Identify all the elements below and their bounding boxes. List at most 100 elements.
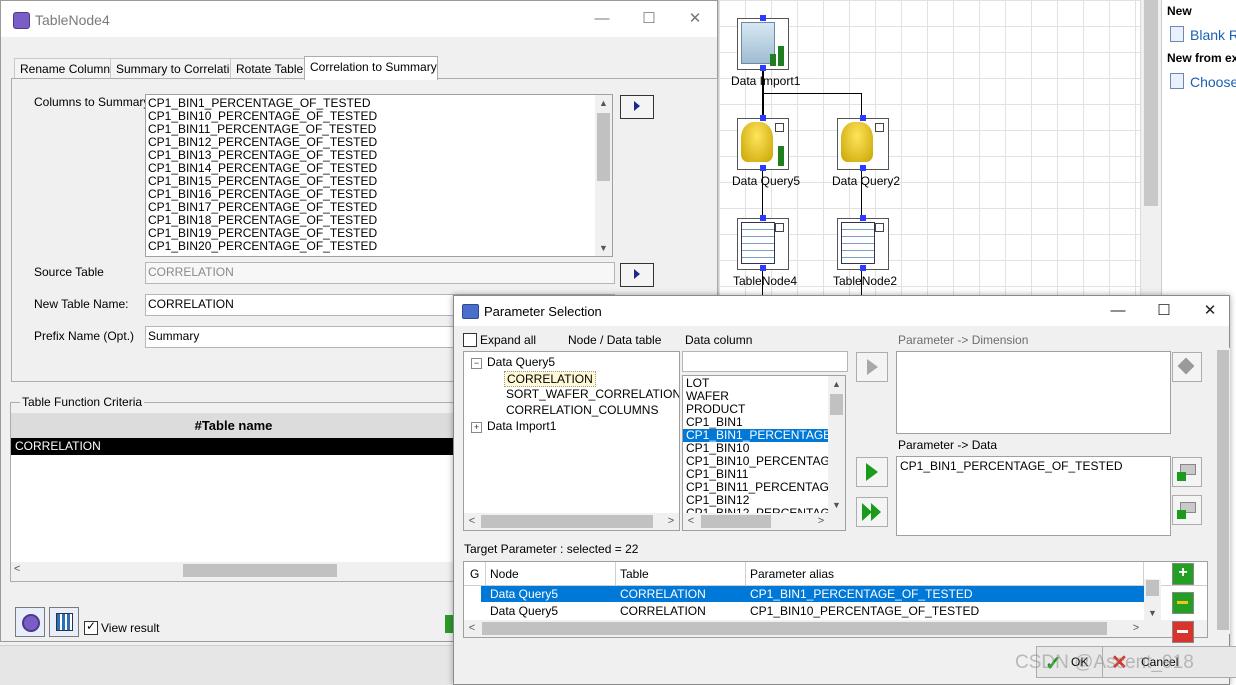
bar-chart-icon — [56, 613, 73, 631]
node-label-tablenode2: TableNode2 — [833, 274, 898, 288]
settings-gear-button[interactable] — [15, 607, 45, 637]
source-table-field[interactable]: CORRELATION — [145, 262, 615, 284]
tablenode4-node[interactable] — [737, 218, 789, 270]
remove-dimension-button[interactable] — [1172, 352, 1202, 382]
add-to-dimension-button[interactable] — [856, 352, 888, 382]
expand-toggle[interactable]: + — [471, 422, 482, 433]
folder-icon — [1170, 73, 1184, 89]
collapse-toggle[interactable]: − — [471, 358, 482, 369]
tree-node-data-import1[interactable]: Data Import1 — [487, 419, 556, 433]
expand-all-label: Expand all — [480, 333, 537, 347]
node-table-tree[interactable]: − Data Query5 CORRELATION SORT_WAFER_COR… — [463, 351, 680, 531]
window-title: Parameter Selection — [484, 304, 602, 319]
parameter-data-label: Parameter -> Data — [898, 438, 998, 452]
status-strip — [0, 645, 452, 685]
row1-table[interactable]: CORRELATION — [616, 586, 706, 602]
node-label-tablenode4: TableNode4 — [733, 274, 798, 288]
add-all-to-data-button[interactable] — [856, 497, 888, 527]
row2-node[interactable]: Data Query5 — [486, 603, 558, 619]
table-row[interactable]: CORRELATION — [11, 438, 460, 455]
parameter-data-box[interactable]: CP1_BIN1_PERCENTAGE_OF_TESTED — [896, 456, 1171, 536]
scroll-down-arrow[interactable]: ▼ — [595, 241, 612, 255]
data-query2-node[interactable] — [837, 118, 889, 170]
row2-alias[interactable]: CP1_BIN10_PERCENTAGE_OF_TESTED — [746, 603, 979, 619]
columns-to-summary-label: Columns to Summary — [34, 95, 150, 109]
tablenode2-node[interactable] — [837, 218, 889, 270]
parameter-dimension-box[interactable] — [896, 351, 1171, 434]
columns-to-summary-list[interactable]: CP1_BIN1_PERCENTAGE_OF_TESTED CP1_BIN10_P… — [145, 94, 613, 257]
add-data-row-button[interactable] — [1172, 457, 1202, 487]
watermark: CSDN @Ascent_918 — [1015, 652, 1194, 673]
grid-horizontal-scrollbar[interactable]: < — [11, 562, 456, 579]
window-titlebar[interactable]: TableNode4 — ☐ ✕ — [1, 1, 717, 37]
minus-icon — [1177, 630, 1188, 633]
grid-column-header[interactable]: #Table name — [11, 413, 456, 438]
list-vertical-scrollbar[interactable]: ▲ ▼ — [828, 376, 845, 513]
grid-header-node[interactable]: Node — [486, 562, 616, 586]
parameter-dimension-label: Parameter -> Dimension — [898, 333, 1029, 347]
table-icon — [841, 222, 875, 264]
add-to-data-button[interactable] — [856, 457, 888, 487]
row2-table[interactable]: CORRELATION — [616, 603, 706, 619]
tree-horizontal-scrollbar[interactable]: < > — [464, 513, 679, 530]
maximize-button[interactable]: ☐ — [1149, 299, 1179, 323]
grid-horizontal-scrollbar[interactable]: < > — [464, 620, 1207, 637]
data-column-list[interactable]: LOT WAFER PRODUCT CP1_BIN1 CP1_BIN1_PERCENTA… — [682, 375, 846, 531]
choose-link[interactable]: Choose — [1170, 73, 1236, 90]
plus-icon: + — [1178, 564, 1188, 581]
window-titlebar[interactable]: Parameter Selection — ☐ ✕ — [454, 296, 1229, 326]
expand-all-checkbox[interactable] — [463, 333, 477, 347]
grid-header-parameter-alias[interactable]: Parameter alias — [746, 562, 1144, 586]
row1-alias[interactable]: CP1_BIN1_PERCENTAGE_OF_TESTED — [746, 586, 973, 602]
add-columns-button[interactable] — [620, 95, 654, 119]
new-table-name-label: New Table Name: — [34, 297, 129, 311]
maximize-button[interactable]: ☐ — [634, 7, 664, 31]
minimize-button[interactable]: — — [587, 7, 617, 31]
chart-view-button[interactable] — [49, 607, 79, 637]
list-item[interactable]: CP1_BIN20_PERCENTAGE_OF_TESTED — [146, 240, 612, 253]
select-source-table-button[interactable] — [620, 263, 654, 287]
data-import-node[interactable] — [737, 18, 789, 70]
minimize-button[interactable]: — — [1103, 299, 1133, 323]
tree-node-correlation[interactable]: CORRELATION — [504, 371, 596, 387]
scroll-up-arrow[interactable]: ▲ — [595, 96, 612, 110]
criteria-legend: Table Function Criteria — [20, 395, 145, 409]
remove-parameter-button[interactable] — [1172, 621, 1194, 643]
node-label-data-query2: Data Query2 — [832, 174, 901, 188]
parameter-data-value: CP1_BIN1_PERCENTAGE_OF_TESTED — [900, 459, 1123, 473]
target-parameter-label: Target Parameter : selected = 22 — [464, 542, 639, 556]
table-icon — [741, 222, 775, 264]
query-database-icon — [841, 122, 873, 162]
grid-header-table[interactable]: Table — [616, 562, 746, 586]
eraser-icon — [1177, 357, 1195, 375]
close-button[interactable]: ✕ — [1195, 299, 1225, 323]
target-parameter-grid[interactable]: G Node Table Parameter alias Data Query5… — [463, 561, 1208, 638]
tab-summary-to-correlation[interactable]: Summary to Correlation — [110, 58, 243, 79]
tree-node-correlation-columns[interactable]: CORRELATION_COLUMNS — [506, 403, 658, 417]
tab-correlation-to-summary[interactable]: Correlation to Summary — [304, 56, 438, 80]
parameter-app-icon — [462, 304, 479, 319]
add-parameter-button[interactable]: + — [1172, 563, 1194, 585]
edit-parameter-button[interactable] — [1172, 592, 1194, 614]
node-label-data-import1: Data Import1 — [731, 74, 801, 88]
edit-icon — [1177, 601, 1188, 604]
prefix-name-label: Prefix Name (Opt.) — [34, 329, 135, 343]
window-vertical-scrollbar[interactable] — [1216, 348, 1230, 634]
grid-header-g[interactable]: G — [464, 562, 486, 586]
tree-node-sort-wafer-correlation[interactable]: SORT_WAFER_CORRELATION_P — [506, 387, 679, 401]
row1-node[interactable]: Data Query5 — [486, 586, 558, 602]
insert-data-row-button[interactable] — [1172, 495, 1202, 525]
list-horizontal-scrollbar[interactable]: < > — [683, 513, 845, 530]
tree-node-data-query5[interactable]: Data Query5 — [487, 355, 555, 369]
tab-rename-columns[interactable]: Rename Columns — [14, 58, 122, 79]
close-button[interactable]: ✕ — [680, 7, 710, 31]
grid-vertical-scrollbar[interactable]: ▼ — [1144, 579, 1161, 620]
criteria-grid-body[interactable] — [11, 455, 456, 562]
view-result-checkbox[interactable] — [84, 619, 98, 635]
list-vertical-scrollbar[interactable]: ▲ ▼ — [595, 95, 612, 256]
data-column-search-input[interactable] — [682, 351, 848, 372]
gear-icon — [22, 614, 40, 632]
new-from-existing-header: New from exi — [1167, 51, 1236, 65]
blank-report-link[interactable]: Blank Re — [1170, 26, 1236, 43]
data-query5-node[interactable] — [737, 118, 789, 170]
